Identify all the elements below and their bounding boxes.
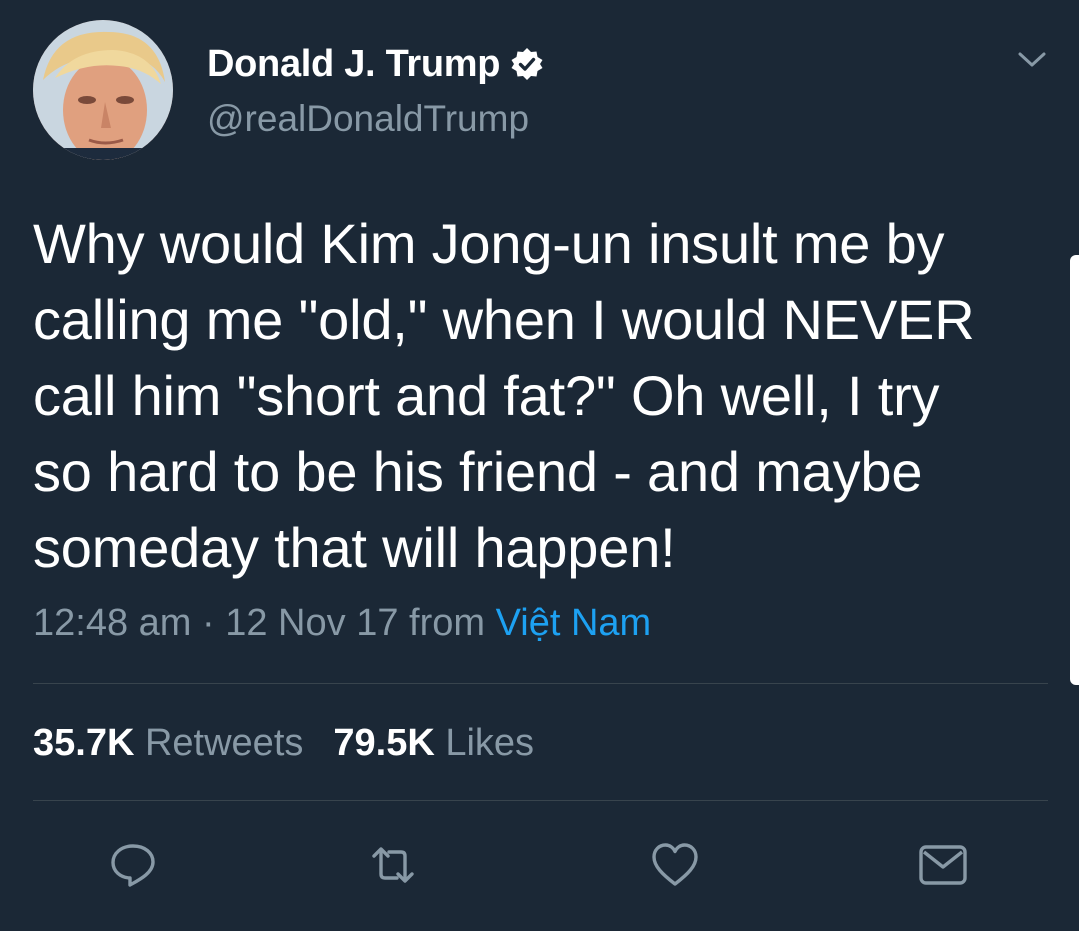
retweets-label: Retweets — [144, 722, 304, 764]
author-handle[interactable]: @realDonaldTrump — [207, 98, 529, 140]
retweet-button[interactable] — [368, 840, 418, 890]
divider — [33, 800, 1048, 801]
message-button[interactable] — [918, 840, 968, 890]
scrollbar[interactable] — [1070, 255, 1079, 685]
from-label: from — [409, 602, 486, 644]
chevron-down-icon[interactable] — [1014, 44, 1050, 74]
likes-count: 79.5K — [333, 722, 435, 764]
reply-icon — [111, 844, 155, 887]
tweet-date: 12 Nov 17 — [225, 602, 399, 644]
retweet-icon — [372, 847, 414, 883]
avatar-photo — [33, 20, 173, 160]
location-link[interactable]: Việt Nam — [496, 602, 652, 644]
tweet-time: 12:48 am — [33, 602, 192, 644]
reply-button[interactable] — [108, 840, 158, 890]
avatar[interactable] — [33, 20, 173, 160]
tweet-text: Why would Kim Jong-un insult me by calli… — [33, 212, 975, 579]
tweet-detail: Donald J. Trump @realDonaldTrump Why wou… — [0, 0, 1079, 931]
likes-stat[interactable]: 79.5K Likes — [333, 722, 534, 764]
verified-badge-icon — [510, 47, 544, 81]
author-name-row[interactable]: Donald J. Trump — [207, 42, 544, 86]
meta-separator: · — [202, 602, 215, 644]
tweet-metadata: 12:48 am · 12 Nov 17 from Việt Nam — [33, 602, 651, 645]
like-icon — [652, 843, 698, 886]
retweets-stat[interactable]: 35.7K Retweets — [33, 722, 303, 764]
likes-label: Likes — [445, 722, 535, 764]
engagement-stats: 35.7K Retweets 79.5K Likes — [33, 722, 534, 765]
divider — [33, 683, 1048, 684]
like-button[interactable] — [650, 840, 700, 890]
author-display-name[interactable]: Donald J. Trump — [207, 43, 501, 86]
message-icon — [919, 845, 967, 885]
retweets-count: 35.7K — [33, 722, 135, 764]
